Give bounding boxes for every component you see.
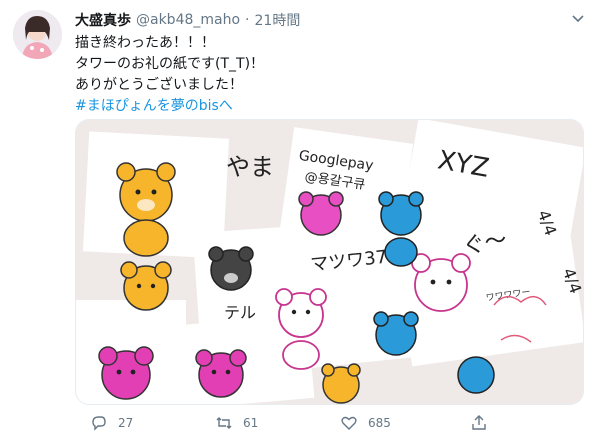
bear-drawing-pink-outline-2 [411,253,471,312]
display-name[interactable]: 大盛真歩 [75,10,131,30]
bear-drawing-orange-3 [321,363,361,404]
bear-drawing-magenta [298,191,344,236]
card-text: やま [226,153,274,181]
avatar[interactable] [13,10,62,59]
tweet-photo[interactable]: やま Googlepay @용갈구큐 XYZ 4/4 ぐ〜 4/4 マツワ37 … [75,119,584,405]
retweet-count: 61 [243,416,259,430]
retweet-button[interactable]: 61 [215,412,258,434]
tweet-line: タワーのお礼の紙です(T_T)！ [75,56,265,72]
card-text: テル [224,303,256,322]
tweet-line: 描き終わったあ！！！ [75,35,215,51]
share-icon [472,415,486,430]
separator-dot: · [245,12,250,28]
reply-count: 27 [118,416,134,430]
timestamp[interactable]: 21時間 [255,10,301,30]
tweet-header: 大盛真歩 @akb48_maho · 21時間 [75,10,300,30]
retweet-icon [216,417,232,429]
share-button[interactable] [470,412,488,434]
user-handle[interactable]: @akb48_maho [136,12,240,28]
chevron-down-icon[interactable] [570,10,586,26]
reply-button[interactable]: 27 [90,412,133,434]
like-count: 685 [368,416,391,430]
reply-icon [92,416,106,431]
like-button[interactable]: 685 [340,412,391,434]
tweet-text: 描き終わったあ！！！ タワーのお礼の紙です(T_T)！ ありがとうございました！… [75,33,575,117]
bear-drawing-orange [116,162,176,257]
tweet-actions: 27 61 685 [75,412,575,434]
heart-icon [341,416,357,430]
bear-drawing-pink-outline [275,288,327,370]
tweet-line: ありがとうございました！ [75,77,243,93]
bear-drawing-black [208,246,254,291]
hashtag-link[interactable]: #まほぴょんを夢のbisへ [75,96,575,117]
tweet: 大盛真歩 @akb48_maho · 21時間 描き終わったあ！！！ タワーのお… [0,0,598,442]
